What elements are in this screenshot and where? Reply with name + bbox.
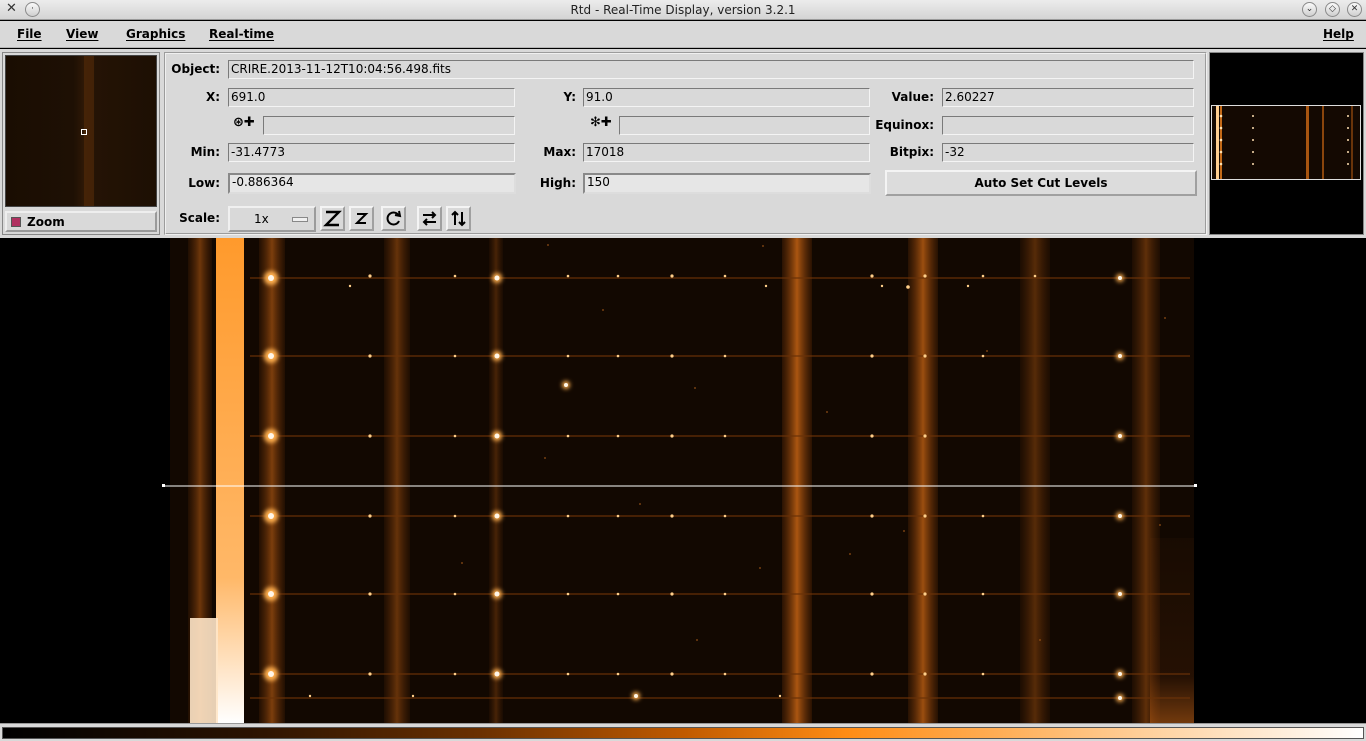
flip-y-icon [451,210,466,227]
rotate-button[interactable] [381,206,406,231]
pan-view[interactable] [1211,105,1361,180]
menu-bar: File View Graphics Real-time Help [0,21,1366,48]
high-cut-input[interactable]: 150 [583,173,871,194]
info-panel: Object: CRIRE.2013-11-12T10:04:56.498.fi… [164,52,1207,235]
title-bar: ✕ · Rtd - Real-Time Display, version 3.2… [0,0,1366,20]
pan-thumbnail [1212,106,1360,179]
auto-set-cut-levels-button[interactable]: Auto Set Cut Levels [885,170,1197,196]
fits-image [162,238,1197,723]
x-field: 691.0 [228,88,515,107]
scale-label: Scale: [179,211,220,225]
zoom-toggle[interactable]: Zoom [5,211,157,232]
ra-field [263,116,515,135]
image-display[interactable] [0,238,1366,723]
object-field: CRIRE.2013-11-12T10:04:56.498.fits [228,60,1194,79]
high-label: High: [539,176,576,190]
menu-graphics[interactable]: Graphics [126,27,185,41]
zoom-label: Zoom [27,214,65,229]
low-label: Low: [188,176,220,190]
min-label: Min: [190,145,220,159]
zoom-in-button[interactable] [320,206,345,231]
flip-x-button[interactable] [417,206,442,231]
rotate-icon [386,210,402,226]
value-label: Value: [891,90,934,104]
window-title: Rtd - Real-Time Display, version 3.2.1 [570,3,796,17]
zoom-in-icon [323,210,342,227]
bright-band [216,238,244,723]
y-field: 91.0 [583,88,870,107]
max-label: Max: [543,145,576,159]
zoom-out-button[interactable] [349,206,374,231]
max-field: 17018 [583,143,870,162]
zoom-cursor-marker [81,129,87,135]
menu-help[interactable]: Help [1323,27,1354,41]
zoom-panel: Zoom [2,52,160,235]
object-label: Object: [171,62,220,76]
colorbar[interactable] [0,723,1366,741]
dec-symbol-icon: ✻✚ [590,115,612,130]
bitpix-field: -32 [942,143,1194,162]
flip-y-button[interactable] [446,206,471,231]
bitpix-label: Bitpix: [889,145,934,159]
flip-x-icon [422,211,437,226]
zoom-checkbox-indicator[interactable] [11,216,21,227]
close-button[interactable]: ✕ [1347,2,1362,17]
min-field: -31.4773 [228,143,515,162]
equinox-field [942,116,1194,135]
control-panel: Zoom Object: CRIRE.2013-11-12T10:04:56.4… [0,49,1366,238]
scale-value: 1x [254,212,269,226]
menu-file[interactable]: File [17,27,42,41]
x-label: X: [205,90,220,104]
zoom-view [5,55,157,207]
menu-realtime[interactable]: Real-time [209,27,274,41]
maximize-button[interactable]: ◇ [1325,2,1340,17]
equinox-label: Equinox: [875,118,934,132]
low-cut-input[interactable]: -0.886364 [228,173,516,194]
menu-view[interactable]: View [66,27,98,41]
scale-select[interactable]: 1x [228,206,316,232]
y-label: Y: [563,90,576,104]
zoom-out-icon [354,213,369,224]
pan-panel [1209,52,1364,235]
scale-dropdown-icon [292,217,308,222]
bright-band-2 [782,238,812,723]
minimize-button[interactable]: ⌄ [1302,2,1317,17]
colorbar-gradient [2,727,1364,739]
value-field: 2.60227 [942,88,1194,107]
dec-field [619,116,870,135]
ra-symbol-icon: ⊛✚ [233,115,255,130]
